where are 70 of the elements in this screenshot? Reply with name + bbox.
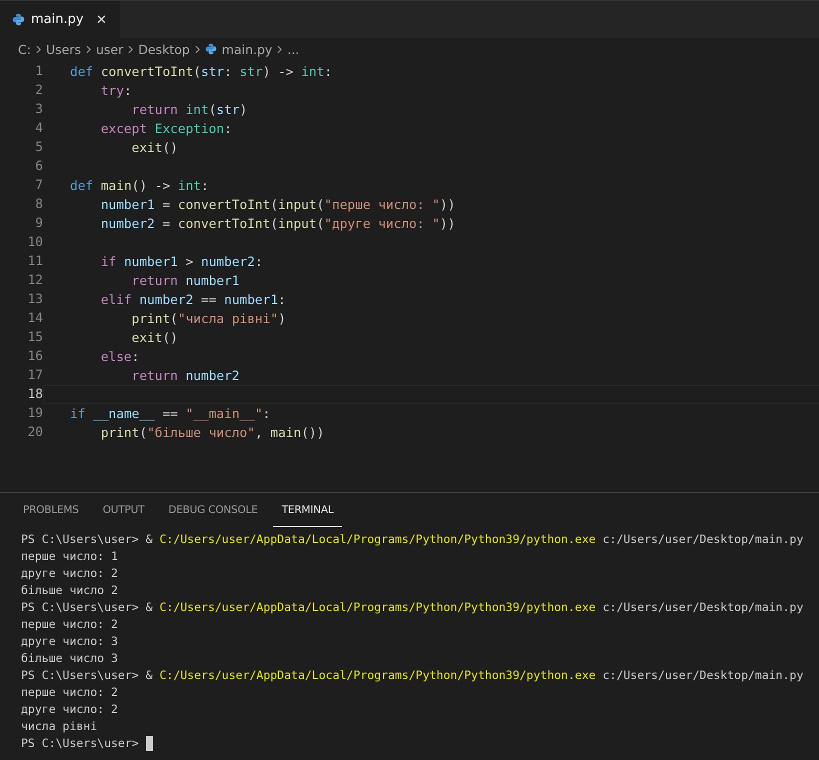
code-line: number1 = convertToInt(input("перше число: ")) xyxy=(100,198,456,213)
line-number: 5 xyxy=(34,139,43,157)
line-number: 7 xyxy=(34,177,43,195)
line-number: 9 xyxy=(34,215,43,233)
terminal-line: PS C:\Users\user> xyxy=(21,735,139,752)
code-line: else: xyxy=(100,350,140,365)
breadcrumb-item[interactable]: ... xyxy=(287,42,300,56)
file-tab[interactable]: main.py ✕ xyxy=(0,1,120,38)
terminal-line: перше число: 2 xyxy=(21,616,118,633)
chevron-icon xyxy=(194,44,200,54)
line-number: 11 xyxy=(26,253,43,271)
breadcrumb-item[interactable]: C: xyxy=(18,42,31,56)
code-line: elif number2 == number1: xyxy=(100,293,286,308)
code-line: exit() xyxy=(130,141,178,156)
code-line: def main() -> int: xyxy=(70,179,209,194)
terminal-line: перше число: 2 xyxy=(21,684,118,701)
breadcrumb-item[interactable]: user xyxy=(96,42,124,56)
line-number: 3 xyxy=(34,101,43,119)
line-number: 10 xyxy=(26,234,43,252)
code-line: print("числа рівні") xyxy=(130,312,286,327)
panel-tab[interactable]: OUTPUT xyxy=(94,493,154,527)
breadcrumb-item[interactable]: main.py xyxy=(222,42,272,56)
code-line: number2 = convertToInt(input("друге число: ")) xyxy=(100,217,456,232)
code-line: return int(str) xyxy=(130,103,248,118)
python-file-icon xyxy=(204,43,217,55)
terminal-line: PS C:\Users\user> & C:/Users/user/AppData/Local/Programs/Python/Python39/python.exe c:/Users/user/Desktop/main.py xyxy=(21,667,804,684)
line-number: 4 xyxy=(34,120,43,138)
terminal-line: друге число: 2 xyxy=(21,565,118,582)
code-line: if __name__ == "__main__": xyxy=(70,407,270,422)
code-line: if number1 > number2: xyxy=(100,255,263,270)
line-number: 20 xyxy=(26,424,43,442)
line-number: 18 xyxy=(26,386,43,404)
panel-tab[interactable]: TERMINAL xyxy=(272,493,342,527)
breadcrumb-item[interactable]: Desktop xyxy=(138,42,190,56)
chevron-icon xyxy=(86,44,91,54)
code-line: return number2 xyxy=(130,369,240,384)
chevron-icon xyxy=(128,44,134,54)
panel-tab[interactable]: PROBLEMS xyxy=(14,493,88,527)
terminal-line: більше число 2 xyxy=(21,582,118,599)
terminal-line: числа рівні xyxy=(21,718,98,735)
terminal-line: друге число: 2 xyxy=(21,701,118,718)
line-number: 16 xyxy=(26,348,43,366)
terminal-line: PS C:\Users\user> & C:/Users/user/AppData/Local/Programs/Python/Python39/python.exe c:/Users/user/Desktop/main.py xyxy=(21,599,804,616)
code-line: except Exception: xyxy=(100,122,232,137)
code-line: return number1 xyxy=(130,274,240,289)
terminal-line: PS C:\Users\user> & C:/Users/user/AppData/Local/Programs/Python/Python39/python.exe c:/Users/user/Desktop/main.py xyxy=(21,531,804,548)
line-number: 2 xyxy=(34,82,43,100)
tab-label: main.py xyxy=(31,12,84,27)
code-line: try: xyxy=(100,84,132,99)
line-number: 1 xyxy=(34,63,43,81)
line-number: 6 xyxy=(34,158,43,176)
line-number: 8 xyxy=(34,196,43,214)
terminal-line: перше число: 1 xyxy=(21,548,118,565)
code-line: def convertToInt(str: str) -> int: xyxy=(70,65,332,80)
python-file-icon xyxy=(12,13,25,26)
line-number: 19 xyxy=(26,405,43,423)
panel-tab[interactable]: DEBUG CONSOLE xyxy=(159,493,267,527)
line-number: 12 xyxy=(26,272,43,290)
line-number: 14 xyxy=(26,310,43,328)
line-number: 13 xyxy=(26,291,43,309)
line-number: 15 xyxy=(26,329,43,347)
chevron-icon xyxy=(36,44,41,54)
breadcrumb-item[interactable]: Users xyxy=(46,42,81,56)
code-line: exit() xyxy=(130,331,178,346)
chevron-icon xyxy=(277,44,282,54)
close-button[interactable]: ✕ xyxy=(93,10,110,29)
code-line: print("більше число", main()) xyxy=(100,426,324,441)
terminal-line: друге число: 3 xyxy=(21,633,118,650)
line-number: 17 xyxy=(26,367,43,385)
terminal-line: більше число 3 xyxy=(21,650,118,667)
